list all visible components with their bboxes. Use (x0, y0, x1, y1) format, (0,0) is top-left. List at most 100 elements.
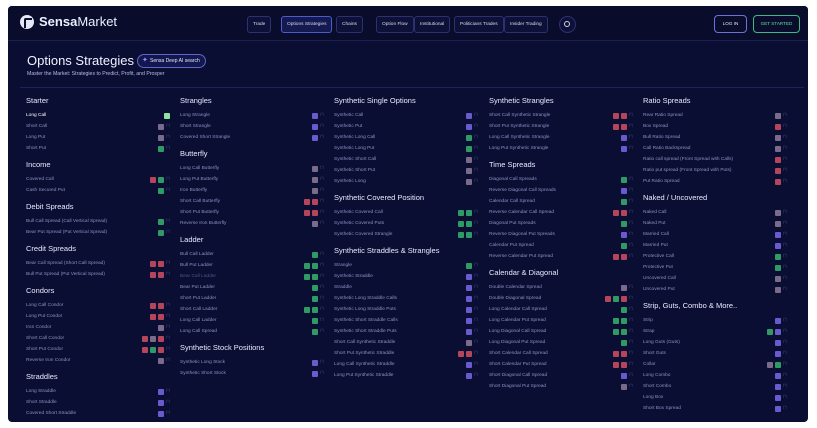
login-button[interactable]: LOG IN (714, 15, 747, 33)
strategy-item[interactable]: Synthetic Call ⊓ (334, 110, 484, 121)
strategy-item[interactable]: Collar ⊓ (643, 359, 793, 370)
strategy-item[interactable]: Synthetic Short Stock ⊓ (180, 368, 330, 379)
strategy-item[interactable]: Protective Call ⊓ (643, 251, 793, 262)
strategy-item[interactable]: Synthetic Covered Puts ⊓ (334, 218, 484, 229)
strategy-item[interactable]: Naked Put ⊓ (643, 218, 793, 229)
strategy-item[interactable]: Long Call Synthetic Straddle ⊓ (334, 359, 484, 370)
strategy-item[interactable]: Calendar Put Spread ⊓ (489, 240, 639, 251)
strategy-item[interactable]: Reverse Iron Butterfly ⊓ (180, 218, 330, 229)
strategy-item[interactable]: Married Put ⊓ (643, 240, 793, 251)
brand-logo[interactable]: SensaMarket (20, 14, 117, 29)
strategy-item[interactable]: Short Call Condor ⊓ (26, 333, 176, 344)
get-started-button[interactable]: GET STARTED (753, 15, 800, 33)
strategy-item[interactable]: Synthetic Long Straddle Puts ⊓ (334, 304, 484, 315)
strategy-item[interactable]: Long Put Synthetic Straddle ⊓ (334, 370, 484, 381)
strategy-item[interactable]: Long Straddle ⊓ (26, 386, 176, 397)
strategy-item[interactable]: Short Call ⊓ (26, 121, 176, 132)
strategy-item[interactable]: Short Put Condor ⊓ (26, 344, 176, 355)
strategy-item[interactable]: Synthetic Straddle ⊓ (334, 271, 484, 282)
strategy-item[interactable]: Iron Butterfly ⊓ (180, 185, 330, 196)
strategy-item[interactable]: Strap ⊓ (643, 326, 793, 337)
strategy-item[interactable]: Long Call Butterfly ⊓ (180, 163, 330, 174)
strategy-item[interactable]: Long Box ⊓ (643, 392, 793, 403)
strategy-item[interactable]: Reverse Diagonal Call Spreads ⊓ (489, 185, 639, 196)
nav-institutional[interactable]: Institutional (414, 16, 451, 33)
strategy-item[interactable]: Synthetic Long Put ⊓ (334, 143, 484, 154)
strategy-item[interactable]: Long Calendar Put Spread ⊓ (489, 315, 639, 326)
nav-insider-trading[interactable]: Insider Trading (504, 16, 548, 33)
strategy-item[interactable]: Uncovered Call ⊓ (643, 273, 793, 284)
strategy-item[interactable]: Synthetic Short Call ⊓ (334, 154, 484, 165)
strategy-item[interactable]: Short Combo ⊓ (643, 381, 793, 392)
strategy-item[interactable]: Bear Call Ladder ⊓ (180, 271, 330, 282)
strategy-item[interactable]: Calendar Call Spread ⊓ (489, 196, 639, 207)
strategy-item[interactable]: Reverse Diagonal Put Spreads ⊓ (489, 229, 639, 240)
strategy-item[interactable]: Long Call Spread ⊓ (180, 326, 330, 337)
strategy-item[interactable]: Short Guts ⊓ (643, 348, 793, 359)
strategy-item[interactable]: Short Strangle ⊓ (180, 121, 330, 132)
strategy-item[interactable]: Short Box Spread ⊓ (643, 403, 793, 414)
strategy-item[interactable]: Covered Short Strangle ⊓ (180, 132, 330, 143)
strategy-item[interactable]: Synthetic Short Straddle Puts ⊓ (334, 326, 484, 337)
strategy-item[interactable]: Straddle ⊓ (334, 282, 484, 293)
strategy-item[interactable]: Synthetic Covered Strangle ⊓ (334, 229, 484, 240)
strategy-item[interactable]: Short Calendar Put Spread ⊓ (489, 359, 639, 370)
strategy-item[interactable]: Bear Put Ladder ⊓ (180, 282, 330, 293)
strategy-item[interactable]: Long Calendar Call Spread ⊓ (489, 304, 639, 315)
strategy-item[interactable]: Bull Put Ladder ⊓ (180, 260, 330, 271)
strategy-item[interactable]: Iron Condor ⊓ (26, 322, 176, 333)
strategy-item[interactable]: Put Ratio Spread ⊓ (643, 176, 793, 187)
strategy-item[interactable]: Bull Ratio Spread ⊓ (643, 132, 793, 143)
strategy-item[interactable]: Double Diagonal Spread ⊓ (489, 293, 639, 304)
strategy-item[interactable]: Short Diagonal Put Spread ⊓ (489, 381, 639, 392)
strategy-item[interactable]: Short Put Ladder ⊓ (180, 293, 330, 304)
nav-option-flow[interactable]: Option Flow (376, 16, 414, 33)
strategy-item[interactable]: Covered Short Straddle ⊓ (26, 408, 176, 419)
strategy-item[interactable]: Synthetic Long Call ⊓ (334, 132, 484, 143)
strategy-item[interactable]: Cash Secured Put ⊓ (26, 185, 176, 196)
strategy-item[interactable]: Short Put ⊓ (26, 143, 176, 154)
ai-search-button[interactable]: ✦ Sensa Deep AI search (137, 54, 206, 68)
strategy-item[interactable]: Long Put ⊓ (26, 132, 176, 143)
strategy-item[interactable]: Synthetic Covered Call ⊓ (334, 207, 484, 218)
strategy-item[interactable]: Short Call Ladder ⊓ (180, 304, 330, 315)
strategy-item[interactable]: Short Calendar Call Spread ⊓ (489, 348, 639, 359)
strategy-item[interactable]: Short Call Synthetic Straddle ⊓ (334, 337, 484, 348)
strategy-item[interactable]: Bull Call Ladder ⊓ (180, 249, 330, 260)
strategy-item[interactable]: Rear Ratio Spread ⊓ (643, 110, 793, 121)
strategy-item[interactable]: Long Put Condor ⊓ (26, 311, 176, 322)
strategy-item[interactable]: Long Strangle ⊓ (180, 110, 330, 121)
strategy-item[interactable]: Synthetic Long Stock ⊓ (180, 357, 330, 368)
strategy-item[interactable]: Short Put Butterfly ⊓ (180, 207, 330, 218)
strategy-item[interactable]: Short Call Butterfly ⊓ (180, 196, 330, 207)
strategy-item[interactable]: Long Call Ladder ⊓ (180, 315, 330, 326)
strategy-item[interactable]: Short Call Synthetic Strangle ⊓ (489, 110, 639, 121)
strategy-item[interactable]: Reverse Iron Condor ⊓ (26, 355, 176, 366)
nav-chains[interactable]: Chains (336, 16, 363, 33)
strategy-item[interactable]: Naked Call ⊓ (643, 207, 793, 218)
strategy-item[interactable]: Long Diagonal Put Spread ⊓ (489, 337, 639, 348)
strategy-item[interactable]: Long Guts (Guts) ⊓ (643, 337, 793, 348)
strategy-item[interactable]: Short Diagonal Call Spread ⊓ (489, 370, 639, 381)
nav-options-strategies[interactable]: Options Strategies (281, 16, 333, 33)
nav-trade[interactable]: Trade (247, 16, 272, 33)
strategy-item[interactable]: Double Calendar Spread ⊓ (489, 282, 639, 293)
strategy-item[interactable]: Strangle ⊓ (334, 260, 484, 271)
strategy-item[interactable]: Synthetic Put ⊓ (334, 121, 484, 132)
strategy-item[interactable]: Bear Put Spread (Put Vertical Spread) ⊓ (26, 227, 176, 238)
search-icon[interactable] (559, 16, 576, 33)
strategy-item[interactable]: Synthetic Short Straddle Calls ⊓ (334, 315, 484, 326)
strategy-item[interactable]: Strip ⊓ (643, 315, 793, 326)
strategy-item[interactable]: Bull Call Spread (Call Vertical Spread) ⊓ (26, 216, 176, 227)
strategy-item[interactable]: Synthetic Long ⊓ (334, 176, 484, 187)
strategy-item[interactable]: Synthetic Long Straddle Calls ⊓ (334, 293, 484, 304)
strategy-item[interactable]: Ratio put spread (Front Spread with Puts… (643, 165, 793, 176)
strategy-item[interactable]: Uncovered Put ⊓ (643, 284, 793, 295)
nav-politicians-trades[interactable]: Politicians Trades (454, 16, 504, 33)
strategy-item[interactable]: Reverse Calendar Call Spread ⊓ (489, 207, 639, 218)
strategy-item[interactable]: Bull Put Spread (Put Vertical Spread) ⊓ (26, 269, 176, 280)
strategy-item[interactable]: Long Call (26, 110, 176, 121)
strategy-item[interactable]: Short Put Synthetic Straddle ⊓ (334, 348, 484, 359)
strategy-item[interactable]: Reverse Calendar Put Spread ⊓ (489, 251, 639, 262)
strategy-item[interactable]: Long Combo ⊓ (643, 370, 793, 381)
